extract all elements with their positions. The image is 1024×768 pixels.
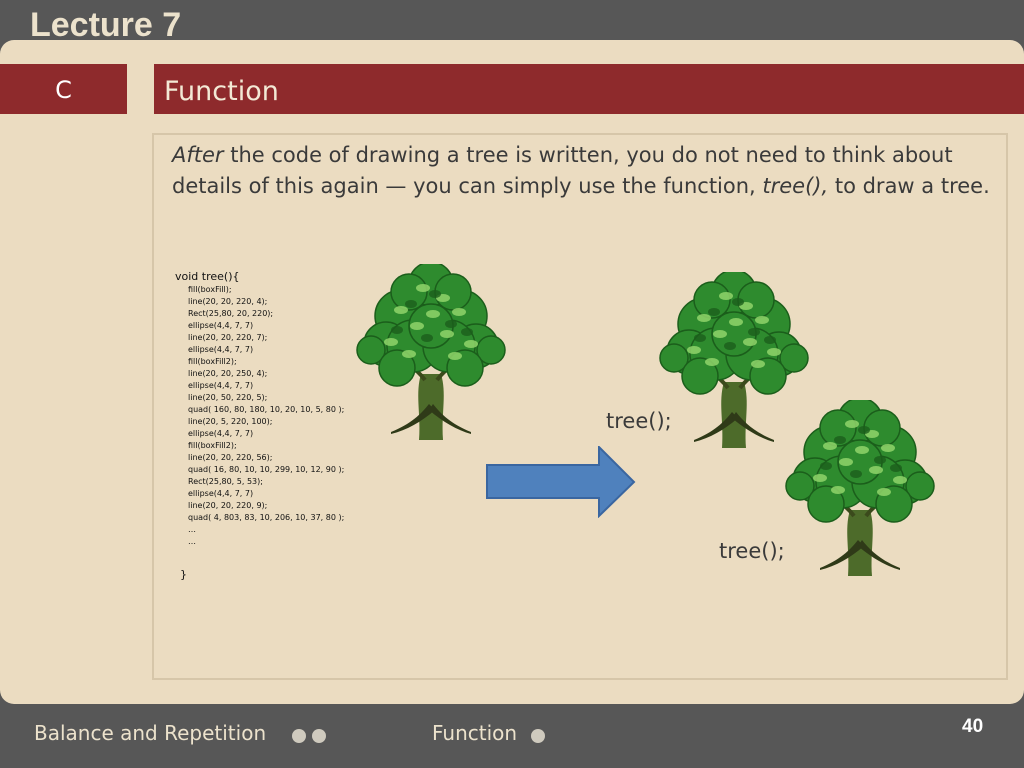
code-line: fill(boxFill2); bbox=[188, 441, 237, 450]
code-line: fill(boxFill2); bbox=[188, 357, 237, 366]
code-line: line(20, 5, 220, 100); bbox=[188, 417, 273, 426]
page-number: 40 bbox=[962, 716, 984, 737]
code-line: line(20, 50, 220, 5); bbox=[188, 393, 268, 402]
section-badge: C bbox=[0, 64, 127, 114]
code-line: ellipse(4,4, 7, 7) bbox=[188, 429, 254, 438]
code-head: void tree(){ bbox=[175, 270, 240, 283]
intro-text-2: to draw a tree. bbox=[828, 174, 990, 198]
code-line: quad( 4, 803, 83, 10, 206, 10, 37, 80 ); bbox=[188, 513, 345, 522]
code-block: void tree(){ fill(boxFill); line(20, 20, … bbox=[175, 270, 344, 581]
code-line: line(20, 20, 250, 4); bbox=[188, 369, 268, 378]
code-line: quad( 160, 80, 180, 10, 20, 10, 5, 80 ); bbox=[188, 405, 345, 414]
footer-topic: Function bbox=[432, 721, 518, 745]
code-line: ellipse(4,4, 7, 7) bbox=[188, 345, 254, 354]
code-line: line(20, 20, 220, 9); bbox=[188, 501, 268, 510]
tree-call-label-1: tree(); bbox=[606, 409, 672, 433]
code-line: ellipse(4,4, 7, 7) bbox=[188, 489, 254, 498]
code-lines: fill(boxFill); line(20, 20, 220, 4); Rect(… bbox=[175, 284, 344, 548]
tree-call-label-2: tree(); bbox=[719, 539, 785, 563]
code-line: line(20, 20, 220, 7); bbox=[188, 333, 268, 342]
right-arrow-icon bbox=[486, 446, 636, 518]
code-line: … bbox=[188, 537, 196, 546]
tree-illustration-call-2 bbox=[785, 400, 935, 576]
code-line: quad( 16, 80, 10, 10, 299, 10, 12, 90 ); bbox=[188, 465, 345, 474]
code-line: ellipse(4,4, 7, 7) bbox=[188, 321, 254, 330]
footer-dot-icon bbox=[292, 729, 306, 743]
footer-dot-icon bbox=[531, 729, 545, 743]
footer-dot-icon bbox=[312, 729, 326, 743]
intro-func: tree(), bbox=[762, 174, 829, 198]
code-line: ellipse(4,4, 7, 7) bbox=[188, 381, 254, 390]
code-line: Rect(25,80, 5, 53); bbox=[188, 477, 263, 486]
code-line: fill(boxFill); bbox=[188, 285, 232, 294]
code-line: line(20, 20, 220, 56); bbox=[188, 453, 273, 462]
code-line: Rect(25,80, 20, 220); bbox=[188, 309, 274, 318]
intro-paragraph: After the code of drawing a tree is writ… bbox=[172, 140, 992, 202]
code-line: line(20, 20, 220, 4); bbox=[188, 297, 268, 306]
code-line: … bbox=[188, 525, 196, 534]
code-close: } bbox=[180, 568, 187, 581]
slide-title: Function bbox=[154, 64, 1024, 114]
tree-illustration-source bbox=[356, 264, 506, 440]
footer-course-title: Balance and Repetition bbox=[34, 721, 267, 745]
intro-after: After bbox=[172, 143, 224, 167]
